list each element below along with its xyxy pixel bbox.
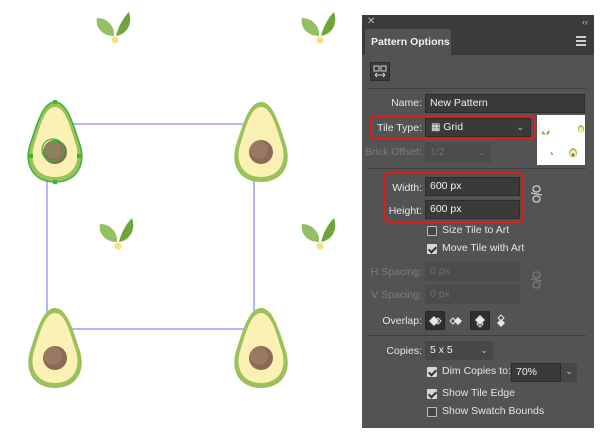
copies-label: Copies:	[386, 345, 422, 357]
avocado-icon	[234, 308, 288, 388]
pattern-options-panel: ✕ ‹‹ Pattern Options Name: New Pattern T…	[362, 15, 594, 428]
show-tile-edge-label: Show Tile Edge	[442, 387, 515, 399]
overlap-top-in-front-button[interactable]	[470, 311, 490, 330]
panel-tabbar: Pattern Options	[362, 29, 594, 55]
separator	[368, 168, 586, 169]
sprout-icon	[301, 218, 336, 250]
size-tile-to-art-checkbox[interactable]	[427, 226, 437, 236]
swatch-preview	[537, 115, 585, 165]
h-spacing-label: H Spacing:	[370, 266, 422, 278]
v-spacing-label: V Spacing:	[371, 289, 422, 301]
panel-title-strip: ✕ ‹‹	[362, 15, 594, 29]
spacing-link-icon[interactable]	[530, 271, 544, 292]
avocado-icon	[28, 308, 82, 388]
avocado-icon	[234, 102, 288, 182]
v-spacing-input[interactable]: 0 px	[425, 285, 520, 304]
dim-copies-checkbox[interactable]	[427, 367, 437, 377]
show-tile-edge-checkbox[interactable]	[427, 389, 437, 399]
collapse-icon[interactable]: ‹‹	[582, 15, 588, 29]
show-swatch-bounds-checkbox[interactable]	[427, 407, 437, 417]
separator	[368, 335, 586, 336]
tile-editor-tool-button[interactable]	[370, 62, 390, 81]
panel-menu-icon[interactable]	[576, 36, 586, 48]
chevron-down-icon: ⌄	[477, 147, 485, 157]
swatch-thumbnail	[541, 125, 584, 158]
overlap-bottom-in-front-button[interactable]	[491, 311, 511, 330]
copies-select[interactable]: 5 x 5 ⌄	[425, 341, 493, 360]
overlap-label: Overlap:	[382, 315, 422, 327]
h-spacing-input[interactable]: 0 px	[425, 262, 520, 281]
dim-copies-label: Dim Copies to:	[442, 365, 511, 377]
name-label: Name:	[391, 97, 422, 109]
brick-offset-select[interactable]: 1/2 ⌄	[425, 143, 491, 162]
tile-type-highlight	[370, 115, 536, 140]
show-swatch-bounds-label: Show Swatch Bounds	[442, 405, 545, 417]
sprout-icon	[301, 12, 336, 44]
dim-copies-dropdown[interactable]: ⌄	[561, 363, 577, 382]
close-icon[interactable]: ✕	[367, 15, 375, 29]
pattern-canvas[interactable]	[0, 0, 362, 444]
overlap-bottom-icon	[497, 313, 505, 327]
chevron-down-icon: ⌄	[565, 366, 573, 376]
overlap-left-in-front-button[interactable]	[425, 311, 445, 330]
selected-avocado[interactable]	[27, 100, 83, 184]
overlap-right-in-front-button[interactable]	[446, 311, 466, 330]
sprout-icon	[96, 12, 131, 44]
dimensions-highlight	[383, 172, 524, 223]
brick-offset-value: 1/2	[430, 146, 445, 158]
size-tile-to-art-label: Size Tile to Art	[442, 224, 510, 236]
sprout-icon	[99, 218, 134, 250]
brick-offset-label: Brick Offset:	[365, 146, 422, 158]
overlap-right-icon	[449, 316, 462, 325]
separator	[368, 88, 586, 89]
overlap-left-icon	[429, 315, 442, 326]
name-input[interactable]: New Pattern	[425, 94, 585, 113]
tab-pattern-options[interactable]: Pattern Options	[365, 29, 451, 55]
dim-copies-input[interactable]: 70%	[511, 363, 561, 382]
overlap-top-icon	[475, 314, 485, 328]
link-icon[interactable]	[530, 185, 544, 206]
copies-value: 5 x 5	[430, 344, 453, 356]
chevron-down-icon: ⌄	[480, 345, 488, 355]
move-tile-with-art-checkbox[interactable]	[427, 244, 437, 254]
move-tile-with-art-label: Move Tile with Art	[442, 242, 525, 254]
tile-editor-icon	[373, 65, 387, 78]
